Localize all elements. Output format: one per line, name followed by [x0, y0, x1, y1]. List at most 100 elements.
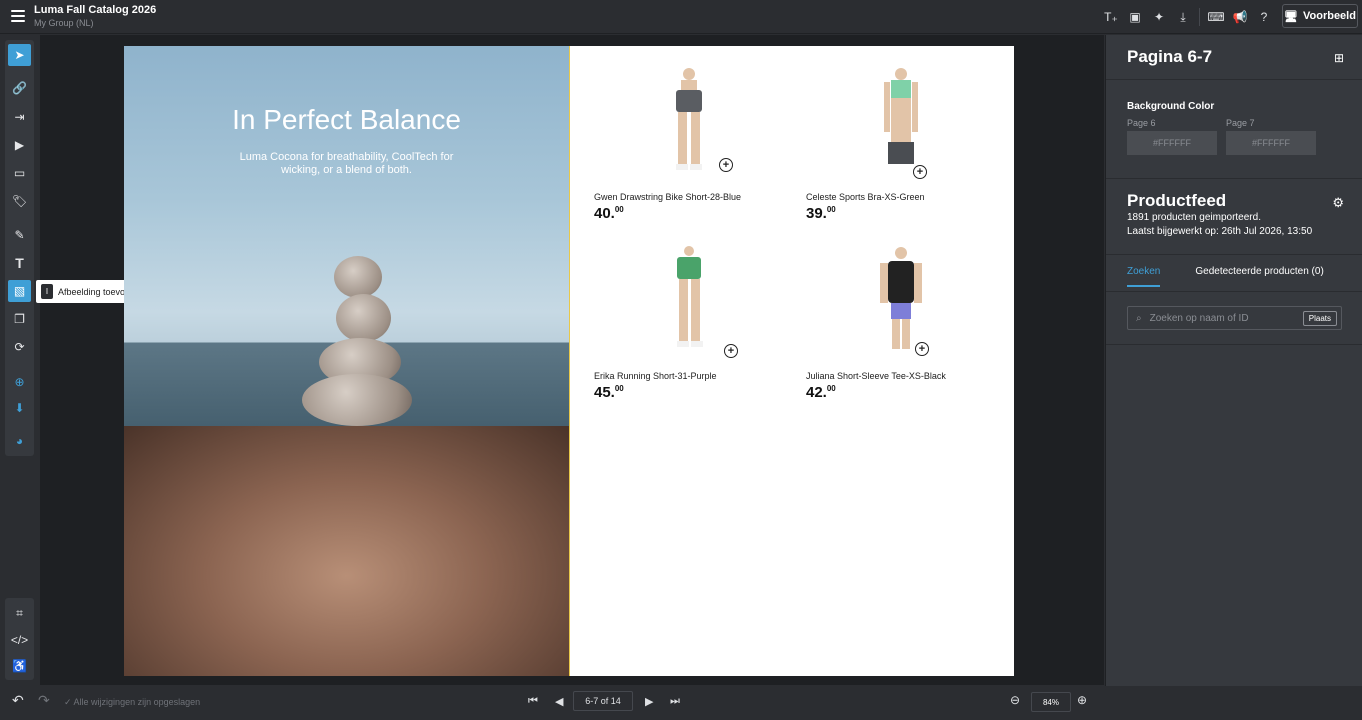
document-title: Luma Fall Catalog 2026: [34, 4, 157, 16]
product-card[interactable]: + Juliana Short-Sleeve Tee-XS-Black 42.0…: [806, 245, 996, 401]
zoom-out-icon[interactable]: ⊖: [1010, 693, 1020, 707]
yoga-rock-photo[interactable]: [124, 426, 569, 676]
right-panel: Pagina 6-7 ⊞ Background Color Page 6 Pag…: [1105, 35, 1362, 720]
product-price: 42.00: [806, 384, 836, 401]
product-card[interactable]: + Gwen Drawstring Bike Short-28-Blue 40.…: [594, 66, 784, 222]
left-bottom-toolbar: ⌗ </> ♿: [5, 598, 34, 680]
preview-button[interactable]: 🖥 Voorbeeld: [1282, 4, 1358, 28]
rock: [336, 294, 391, 342]
bottom-bar: ↶ ↷ ✓ Alle wijzigingen zijn opgeslagen ⏮…: [0, 686, 1362, 720]
toolbar-icons: T₊ ▣ ✦ ⤓ ⌨ 📢 ?: [1099, 8, 1276, 26]
color-palette-icon[interactable]: ◕: [8, 430, 31, 452]
product-card[interactable]: + Erika Running Short-31-Purple 45.00: [594, 245, 784, 401]
rock: [302, 374, 412, 426]
save-status: ✓ Alle wijzigingen zijn opgeslagen: [64, 697, 200, 708]
product-image: +: [806, 245, 996, 357]
text-insert-icon[interactable]: T₊: [1099, 8, 1123, 26]
frame-icon[interactable]: ⌗: [8, 602, 31, 624]
redo-icon[interactable]: ↷: [38, 692, 50, 709]
page6-label: Page 6: [1127, 118, 1156, 128]
product-name: Celeste Sports Bra-XS-Green: [806, 192, 925, 202]
product-price: 39.00: [806, 205, 836, 222]
page7-color-field[interactable]: #FFFFFF: [1226, 131, 1316, 155]
product-price: 40.00: [594, 205, 624, 222]
prev-page-icon[interactable]: ◀: [555, 695, 563, 708]
save-status-label: Alle wijzigingen zijn opgeslagen: [73, 697, 201, 707]
info-badge-icon[interactable]: ⬇: [8, 397, 31, 419]
keyboard-icon[interactable]: ⌨: [1204, 8, 1228, 26]
add-product-icon[interactable]: +: [719, 158, 733, 172]
spread-headline: In Perfect Balance: [232, 104, 461, 135]
spread-guide: [569, 46, 570, 676]
divider: [1106, 79, 1362, 80]
page-spread[interactable]: In Perfect Balance Luma Cocona for breat…: [124, 46, 1014, 676]
divider: [1199, 8, 1200, 26]
productfeed-title: Productfeed: [1127, 191, 1227, 210]
code-icon[interactable]: </>: [8, 629, 31, 651]
megaphone-icon[interactable]: 📢: [1228, 8, 1252, 26]
search-input[interactable]: Zoeken op naam of ID: [1150, 313, 1249, 324]
image-tool-icon[interactable]: ▧: [8, 280, 31, 302]
help-icon[interactable]: ?: [1252, 8, 1276, 26]
group-name: My Group (NL): [34, 18, 94, 28]
top-bar: Luma Fall Catalog 2026 My Group (NL) T₊ …: [0, 0, 1362, 34]
add-product-icon[interactable]: +: [915, 342, 929, 356]
divider: [1106, 254, 1362, 255]
feed-updated: Laatst bijgewerkt op: 26th Jul 2026, 13:…: [1127, 226, 1313, 237]
first-page-icon[interactable]: ⏮: [528, 695, 538, 708]
layout-icon[interactable]: ⊞: [1334, 51, 1344, 65]
tag-icon[interactable]: 🏷: [8, 190, 31, 212]
spread-subline: Luma Cocona for breathability, CoolTech …: [239, 151, 454, 176]
zoom-level[interactable]: 84%: [1031, 692, 1071, 712]
product-image: +: [806, 66, 996, 179]
gear-icon[interactable]: ⚙: [1332, 195, 1344, 211]
rock: [334, 256, 382, 298]
menu-icon[interactable]: [11, 10, 25, 22]
preview-label: Voorbeeld: [1302, 10, 1356, 22]
left-toolbar: ➤ 🔗 ⇥ ▶ ▭ 🏷 ✎ T ▧ ❐ ⟳ ⊕ ⬇ ◕: [5, 40, 34, 456]
page-title: Pagina 6-7: [1127, 47, 1213, 66]
page-indicator[interactable]: 6-7 of 14: [573, 691, 633, 711]
last-page-icon[interactable]: ⏭: [670, 695, 680, 708]
video-icon[interactable]: ▶: [8, 134, 31, 156]
undo-icon[interactable]: ↶: [12, 692, 24, 709]
feed-count: 1891 producten geimporteerd.: [1127, 212, 1261, 223]
product-image: +: [594, 245, 784, 358]
accessibility-icon[interactable]: ♿: [8, 655, 31, 677]
refresh-icon[interactable]: ⟳: [8, 336, 31, 358]
product-price: 45.00: [594, 384, 624, 401]
magic-wand-icon[interactable]: ✦: [1147, 8, 1171, 26]
page7-label: Page 7: [1226, 118, 1255, 128]
add-product-icon[interactable]: +: [913, 165, 927, 179]
stone-stack-photo[interactable]: In Perfect Balance Luma Cocona for breat…: [124, 46, 569, 426]
monitor-icon: 🖥: [1284, 10, 1298, 23]
product-card[interactable]: + Celeste Sports Bra-XS-Green 39.00: [806, 66, 996, 222]
download-icon[interactable]: ⤓: [1171, 8, 1195, 26]
tab-search[interactable]: Zoeken: [1127, 266, 1161, 287]
brush-icon[interactable]: ✎: [8, 224, 31, 246]
link-tool-icon[interactable]: 🔗: [8, 77, 31, 99]
page6-color-field[interactable]: #FFFFFF: [1127, 131, 1217, 155]
panel-tabs: Zoeken Gedetecteerde producten (0): [1127, 266, 1324, 287]
product-search[interactable]: ⌕ Zoeken op naam of ID Plaats: [1127, 306, 1342, 330]
add-product-icon[interactable]: +: [724, 344, 738, 358]
product-image: +: [594, 66, 784, 178]
product-name: Erika Running Short-31-Purple: [594, 371, 717, 381]
add-circle-icon[interactable]: ⊕: [8, 371, 31, 393]
zoom-in-icon[interactable]: ⊕: [1077, 693, 1087, 707]
background-color-label: Background Color: [1127, 101, 1215, 112]
product-name: Juliana Short-Sleeve Tee-XS-Black: [806, 371, 946, 381]
tab-detected-products[interactable]: Gedetecteerde producten (0): [1195, 266, 1323, 287]
check-circle-icon: ✓: [64, 697, 74, 707]
embed-icon[interactable]: ▭: [8, 162, 31, 184]
text-tool-icon[interactable]: T: [8, 252, 31, 274]
shortcut-key: I: [41, 284, 53, 299]
next-page-icon[interactable]: ▶: [645, 695, 653, 708]
layers-icon[interactable]: ❐: [8, 308, 31, 330]
page-link-icon[interactable]: ⇥: [8, 106, 31, 128]
product-name: Gwen Drawstring Bike Short-28-Blue: [594, 192, 742, 202]
select-tool-icon[interactable]: ➤: [8, 44, 31, 66]
place-button[interactable]: Plaats: [1302, 311, 1337, 326]
page-add-icon[interactable]: ▣: [1123, 8, 1147, 26]
divider: [1106, 178, 1362, 179]
